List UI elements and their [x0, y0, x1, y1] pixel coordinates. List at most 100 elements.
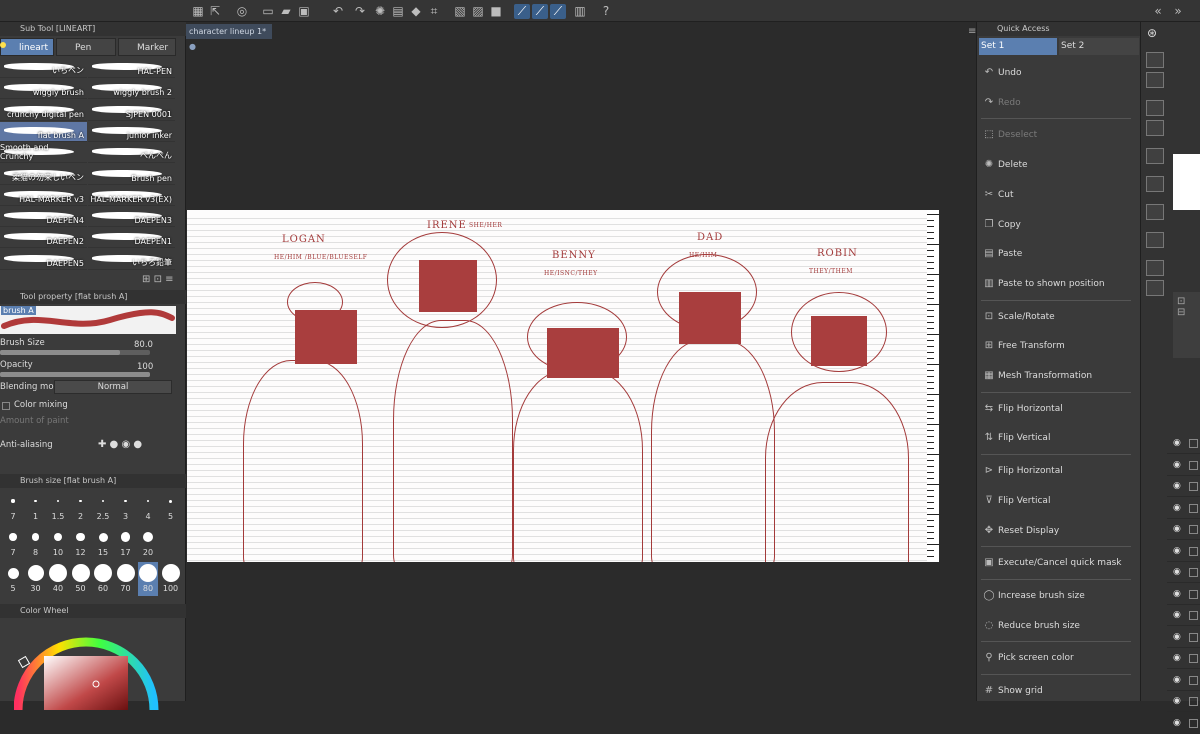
brush-size-option[interactable]: 5	[161, 490, 181, 524]
visibility-eye-icon[interactable]: ◉	[1173, 610, 1181, 620]
brush-size-option[interactable]: 1.5	[48, 490, 68, 524]
history-icon[interactable]	[1146, 148, 1164, 164]
quick-item-show-grid[interactable]: # Show grid	[977, 676, 1131, 706]
visibility-eye-icon[interactable]: ◉	[1173, 718, 1181, 728]
quick-item-flip-vertical[interactable]: ⇅ Flip Vertical	[977, 423, 1131, 453]
layer-checkbox[interactable]	[1189, 611, 1198, 620]
navigator-icon[interactable]: ⊛	[1147, 26, 1157, 40]
timeline-icon[interactable]	[1146, 204, 1164, 220]
brush-item[interactable]: DAEPEN5	[0, 250, 87, 270]
sub-view-icon[interactable]	[1146, 260, 1164, 276]
brush-size-option[interactable]: 3	[116, 490, 136, 524]
brush-item[interactable]: HAL-PEN	[88, 58, 175, 78]
undo-toolbar-icon[interactable]: ↶	[330, 4, 346, 19]
quick-item-flip-horizontal[interactable]: ⇆ Flip Horizontal	[977, 394, 1131, 424]
brush-size-option[interactable]: 17	[116, 526, 136, 560]
layer-row[interactable]: ◉	[1167, 499, 1200, 519]
brush-item[interactable]: Smooth and Crunchy	[0, 143, 87, 164]
brush-size-option[interactable]: 10	[48, 526, 68, 560]
quick-item-redo[interactable]: ↷ Redo	[977, 88, 1131, 118]
item-bank-icon[interactable]	[1146, 232, 1164, 248]
tab-pen[interactable]: Pen	[56, 38, 116, 56]
material-icon[interactable]	[1146, 52, 1164, 68]
quick-item-flip-horizontal[interactable]: ⊳ Flip Horizontal	[977, 456, 1131, 486]
brush-size-option[interactable]: 4	[138, 490, 158, 524]
brush-item[interactable]: いちろ鉛筆	[88, 250, 175, 270]
quick-item-undo[interactable]: ↶ Undo	[977, 58, 1131, 88]
brush-size-option[interactable]: 15	[93, 526, 113, 560]
fill-icon[interactable]: ◆	[408, 4, 424, 19]
layer-checkbox[interactable]	[1189, 697, 1198, 706]
canvas-area[interactable]: character lineup 1* ● ≡ 6'6"6'0'5'6"5'0'…	[186, 22, 976, 701]
brush-size-option[interactable]: 50	[71, 562, 91, 596]
quick-item-delete[interactable]: ✺ Delete	[977, 150, 1131, 180]
brush-size-slider[interactable]	[0, 350, 150, 355]
quick-item-free-transform[interactable]: ⊞ Free Transform	[977, 331, 1131, 361]
layer-row[interactable]: ◉	[1167, 563, 1200, 583]
quick-item-cut[interactable]: ✂ Cut	[977, 180, 1131, 210]
brush-item[interactable]: DAEPEN1	[88, 228, 175, 249]
brush-size-option[interactable]: 40	[48, 562, 68, 596]
brush-size-option[interactable]: 60	[93, 562, 113, 596]
quick-item-scale-rotate[interactable]: ⊡ Scale/Rotate	[977, 302, 1131, 332]
brush-size-value[interactable]: 80.0	[134, 340, 153, 350]
new-canvas-icon[interactable]: ▭	[260, 4, 276, 19]
tone-icon[interactable]: ■	[488, 4, 504, 19]
animation-icon[interactable]	[1146, 176, 1164, 192]
blending-select[interactable]: Normal	[54, 380, 172, 394]
brush-item[interactable]: DAEPEN2	[0, 228, 87, 249]
visibility-eye-icon[interactable]: ◉	[1173, 503, 1181, 513]
layer-checkbox[interactable]	[1189, 589, 1198, 599]
antialias-options-icon[interactable]: ✚ ● ◉ ●	[98, 439, 142, 450]
quick-item-mesh-transformation[interactable]: ▦ Mesh Transformation	[977, 361, 1131, 391]
layer-checkbox[interactable]	[1189, 439, 1198, 448]
brush-item[interactable]: HAL-MARKER v3	[0, 186, 87, 206]
brush-item[interactable]: SJPEN 0001	[88, 101, 175, 121]
layer-row[interactable]: ◉	[1167, 628, 1200, 648]
document-tab[interactable]: character lineup 1* ●	[186, 24, 272, 51]
quick-item-flip-vertical[interactable]: ⊽ Flip Vertical	[977, 486, 1131, 516]
visibility-eye-icon[interactable]: ◉	[1173, 589, 1181, 599]
layer-row[interactable]: ◉	[1167, 477, 1200, 497]
layer-row[interactable]: ◉	[1167, 542, 1200, 562]
layer-checkbox[interactable]	[1189, 482, 1198, 491]
visibility-eye-icon[interactable]: ◉	[1173, 675, 1181, 685]
layer-row[interactable]: ◉	[1167, 456, 1200, 476]
brush-size-option[interactable]: 1	[26, 490, 46, 524]
brush-item[interactable]: 柔猫の勿来しいペン	[0, 165, 87, 185]
help-icon[interactable]: ?	[598, 4, 614, 19]
brush-item[interactable]: DAEPEN3	[88, 207, 175, 228]
layer-search-icon[interactable]	[1146, 100, 1164, 116]
brush-size-option[interactable]: 7	[3, 490, 23, 524]
delete-subtool-icon[interactable]: ⊡	[154, 274, 162, 285]
brush-size-option[interactable]: 30	[26, 562, 46, 596]
brush-size-option[interactable]: 8	[26, 526, 46, 560]
info-icon[interactable]	[1146, 280, 1164, 296]
layer-property-icon[interactable]	[1146, 72, 1164, 88]
layer-row[interactable]: ◉	[1167, 606, 1200, 626]
brush-size-option[interactable]: 12	[71, 526, 91, 560]
snap-ruler-icon[interactable]: ⟋	[514, 4, 530, 19]
quick-item-pick-screen-color[interactable]: ⚲ Pick screen color	[977, 643, 1131, 673]
visibility-eye-icon[interactable]: ◉	[1173, 524, 1181, 534]
layer-row[interactable]: ◉	[1167, 520, 1200, 540]
clip-icon[interactable]: ▨	[470, 4, 486, 19]
open-icon[interactable]: ▰	[278, 4, 294, 19]
layer-mode-controls[interactable]: ⊡ ⊟	[1173, 292, 1200, 358]
layer-checkbox[interactable]	[1189, 546, 1198, 556]
brush-item[interactable]: Brush pen	[88, 165, 175, 185]
visibility-eye-icon[interactable]: ◉	[1173, 632, 1181, 642]
redo-toolbar-icon[interactable]: ↷	[352, 4, 368, 19]
clear-icon[interactable]: ▤	[390, 4, 406, 19]
brush-item[interactable]: junior inker	[88, 122, 175, 142]
quick-item-execute-cancel-quick-mask[interactable]: ▣ Execute/Cancel quick mask	[977, 548, 1131, 578]
brush-item[interactable]: crunchy digital pen	[0, 101, 87, 121]
menu-subtool-icon[interactable]: ≡	[165, 274, 173, 285]
layer-row[interactable]: ◉	[1167, 671, 1200, 691]
loading-icon[interactable]: ✺	[372, 4, 388, 19]
layer-row[interactable]: ◉	[1167, 692, 1200, 712]
copy-subtool-icon[interactable]: ⊞	[142, 274, 150, 285]
brush-item[interactable]: wiggly brush	[0, 79, 87, 100]
brush-item[interactable]: HAL-MARKER v3(EX)	[88, 186, 175, 206]
visibility-eye-icon[interactable]: ◉	[1173, 438, 1181, 448]
